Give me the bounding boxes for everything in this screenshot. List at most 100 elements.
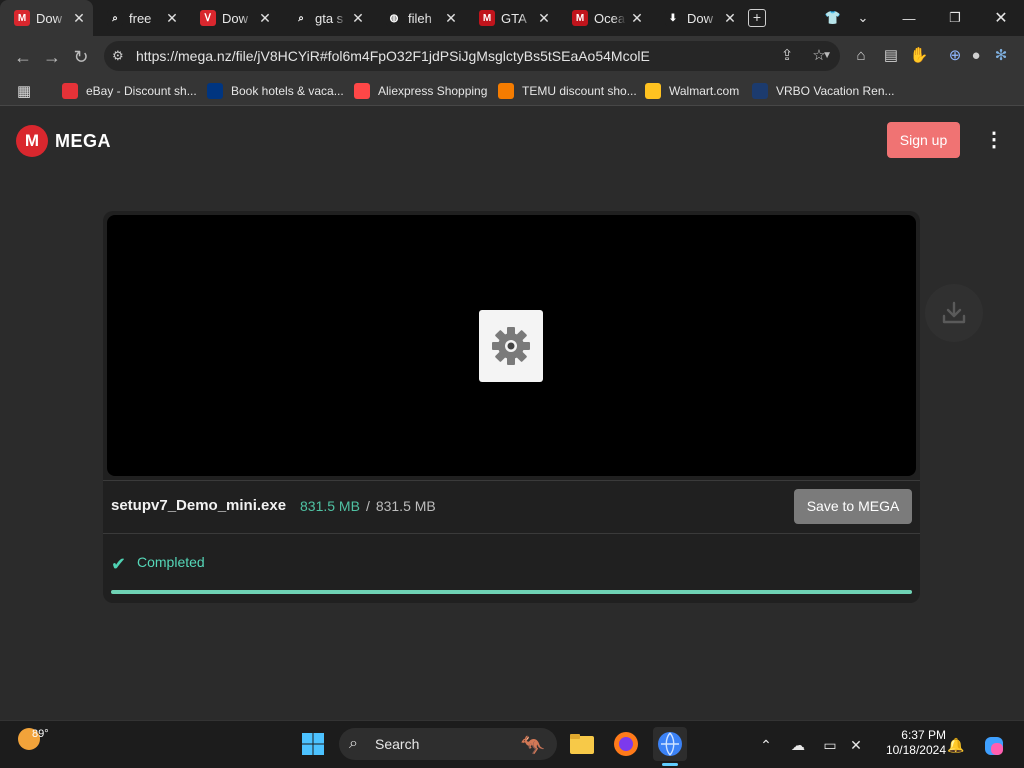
close-tab-icon[interactable]: ✕ [629, 10, 645, 26]
start-button[interactable] [296, 727, 330, 761]
vrbo-icon [752, 83, 768, 99]
browser-tab[interactable]: ⌕ free ✕ [93, 0, 186, 36]
mega-icon: M [479, 10, 495, 26]
bookmark-item[interactable]: eBay - Discount sh... [62, 80, 197, 102]
browser-tab[interactable]: ⬇ Dow ✕ [651, 0, 744, 36]
download-status: Completed [137, 554, 205, 570]
browser-taskbar-icon[interactable] [653, 727, 687, 761]
divider [103, 480, 920, 481]
divider [103, 533, 920, 534]
browser-tab[interactable]: ⌕ gta s ✕ [279, 0, 372, 36]
mega-brand[interactable]: MEGA [55, 131, 111, 152]
mega-icon: M [14, 10, 30, 26]
share-icon[interactable]: ⇪ [776, 45, 798, 67]
onedrive-icon[interactable]: ☁ [788, 735, 808, 755]
tab-title: GTA [501, 10, 527, 26]
extension-hand-icon[interactable]: ✋ [908, 45, 930, 67]
progress-bar [111, 590, 912, 594]
address-bar[interactable]: ⚙ https://mega.nz/file/jV8HCYiR#fol6m4Fp… [104, 41, 840, 71]
tab-title: Dow [222, 10, 249, 26]
file-name: setupv7_Demo_mini.exe [111, 497, 287, 514]
walmart-icon [645, 83, 661, 99]
bookmark-item[interactable]: VRBO Vacation Ren... [752, 80, 895, 102]
search-icon: ⌕ [349, 735, 358, 752]
downloads-icon[interactable]: ⊕ [944, 45, 966, 67]
site-info-icon[interactable]: ⚙ [112, 48, 128, 64]
tab-list-chevron-icon[interactable]: ⌄ [852, 0, 874, 36]
download-icon [942, 301, 966, 324]
volume-muted-icon[interactable]: ✕ [846, 735, 866, 755]
mega-icon: M [572, 10, 588, 26]
ebay-icon [62, 83, 78, 99]
bookmark-label: VRBO Vacation Ren... [776, 84, 895, 98]
weather-widget[interactable]: 89° [18, 728, 49, 750]
search-highlight-icon: 🦘 [520, 735, 545, 757]
windows-icon [302, 733, 324, 755]
bookmark-item[interactable]: Aliexpress Shopping [354, 80, 487, 102]
download-button[interactable] [925, 284, 983, 342]
weather-temp: 89° [32, 728, 49, 740]
firefox-icon[interactable] [609, 727, 643, 761]
tray-overflow-chevron-icon[interactable]: ⌃ [756, 735, 776, 755]
globe-icon: ◍ [386, 10, 402, 26]
search-icon: ⌕ [293, 10, 309, 26]
reload-button[interactable]: ↻ [70, 46, 92, 68]
close-window-button[interactable]: ✕ [986, 0, 1016, 36]
bookmark-label: Book hotels & vaca... [231, 84, 344, 98]
forward-button[interactable]: → [41, 46, 63, 68]
mega-logo-icon[interactable]: M [16, 125, 48, 157]
search-icon: ⌕ [107, 10, 123, 26]
notifications-bell-icon[interactable]: 🔔 [946, 735, 966, 755]
active-app-indicator [662, 763, 678, 766]
bookmark-label: Walmart.com [669, 84, 740, 98]
size-separator: / [365, 498, 370, 514]
bookmark-star-icon[interactable]: ☆ [808, 45, 830, 67]
url-text: https://mega.nz/file/jV8HCYiR#fol6m4FpO3… [136, 48, 650, 64]
tab-search-icon[interactable]: 👕 [820, 0, 846, 36]
bookmark-item[interactable]: Book hotels & vaca... [207, 80, 344, 102]
close-tab-icon[interactable]: ✕ [722, 10, 738, 26]
tab-title: fileh [408, 10, 432, 26]
browser-tab[interactable]: M GTA ✕ [465, 0, 558, 36]
close-tab-icon[interactable]: ✕ [71, 10, 87, 26]
tab-title: free [129, 10, 152, 26]
total-size: 831.5 MB [375, 498, 436, 514]
tab-title: gta s [315, 10, 344, 26]
tab-title: Ocea [594, 10, 626, 26]
close-tab-icon[interactable]: ✕ [350, 10, 366, 26]
bookmark-item[interactable]: TEMU discount sho... [498, 80, 637, 102]
bookmark-item[interactable]: Walmart.com [645, 80, 739, 102]
downloaded-size: 831.5 MB [300, 498, 360, 514]
profile-icon[interactable]: ● [965, 45, 987, 67]
checkmark-icon: ✔ [111, 554, 127, 574]
tab-title: Dow [687, 10, 714, 26]
more-menu-icon[interactable]: ⋮ [984, 128, 1004, 152]
browser-tab[interactable]: ◍ fileh ✕ [372, 0, 465, 36]
close-tab-icon[interactable]: ✕ [164, 10, 180, 26]
browser-tab[interactable]: M Dow ✕ [0, 0, 93, 36]
copilot-icon[interactable] [982, 735, 1006, 755]
download-icon: ⬇ [665, 10, 681, 26]
maximize-button[interactable]: ❐ [940, 0, 970, 36]
apps-grid-icon[interactable]: ▦ [17, 80, 31, 102]
system-clock[interactable]: 6:37 PM 10/18/2024 [872, 728, 946, 758]
close-tab-icon[interactable]: ✕ [443, 10, 459, 26]
sidebar-icon[interactable]: ▤ [880, 45, 902, 67]
new-tab-button[interactable]: + [748, 9, 766, 27]
browser-tab[interactable]: Ꮩ Dow ✕ [186, 0, 279, 36]
browser-tab[interactable]: M Ocea ✕ [558, 0, 651, 36]
save-to-mega-button[interactable]: Save to MEGA [794, 489, 912, 524]
home-icon[interactable]: ⌂ [850, 45, 872, 67]
bookmark-label: Aliexpress Shopping [378, 84, 488, 98]
back-button[interactable]: ← [12, 46, 34, 68]
settings-gear-icon[interactable]: ✻ [990, 45, 1012, 67]
sign-up-button[interactable]: Sign up [887, 122, 960, 158]
close-tab-icon[interactable]: ✕ [536, 10, 552, 26]
network-icon[interactable]: ▭ [820, 735, 840, 755]
file-explorer-icon[interactable] [565, 727, 599, 761]
clock-time: 6:37 PM [901, 728, 946, 742]
file-type-gear-icon [479, 310, 543, 382]
close-tab-icon[interactable]: ✕ [257, 10, 273, 26]
minimize-button[interactable]: — [894, 0, 924, 36]
taskbar-search[interactable]: ⌕ Search 🦘 [339, 728, 557, 760]
